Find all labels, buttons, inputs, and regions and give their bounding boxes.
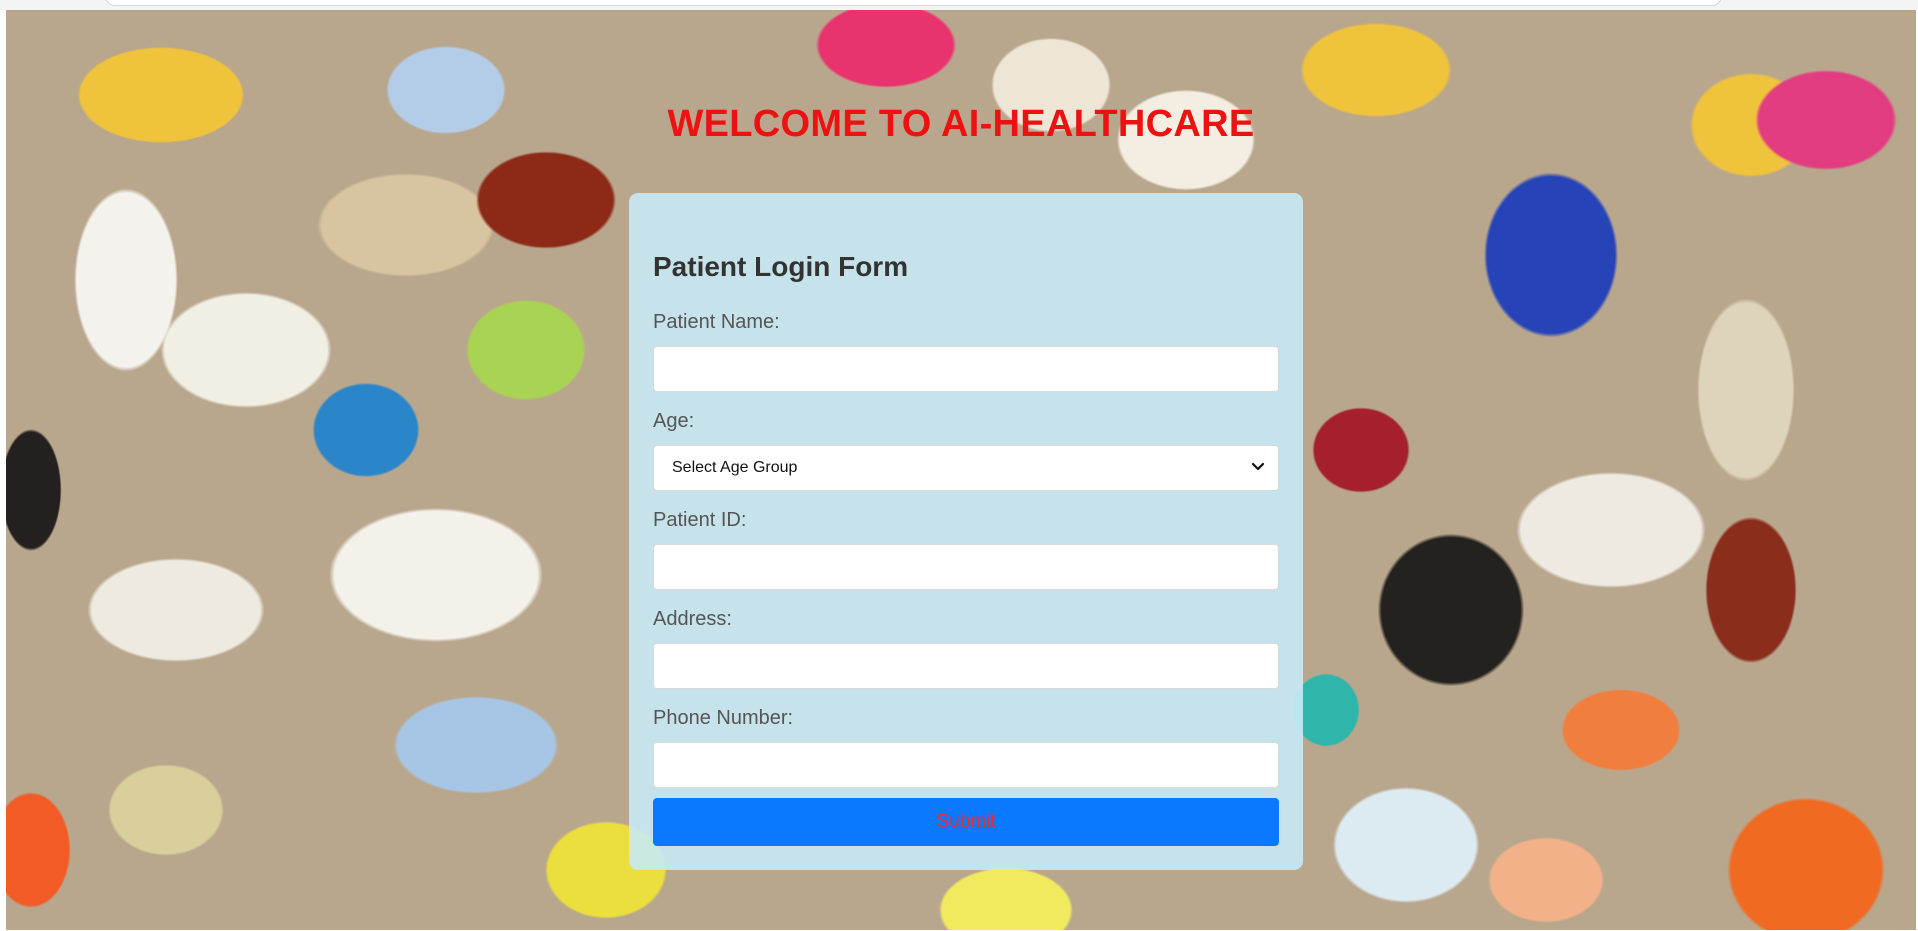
address-input[interactable]: [653, 643, 1279, 689]
age-select[interactable]: Select Age Group: [653, 445, 1279, 491]
patient-name-input[interactable]: [653, 346, 1279, 392]
page-heading: WELCOME TO AI-HEALTHCARE: [667, 103, 1255, 145]
address-bar-edge: [105, 0, 1722, 6]
chevron-down-icon: [1251, 462, 1265, 471]
patient-id-label: Patient ID:: [653, 509, 747, 531]
patient-id-input[interactable]: [653, 544, 1279, 590]
page-viewport: WELCOME TO AI-HEALTHCARE Patient Login F…: [6, 10, 1916, 930]
phone-number-label: Phone Number:: [653, 707, 794, 729]
address-label: Address:: [653, 608, 732, 630]
browser-top-edge: [0, 0, 1918, 10]
patient-name-label: Patient Name:: [653, 311, 780, 333]
phone-number-input[interactable]: [653, 742, 1279, 788]
submit-button[interactable]: Submit: [653, 798, 1279, 846]
age-select-value: Select Age Group: [672, 459, 798, 476]
patient-login-form: Patient Login Form Patient Name: Age: Se…: [629, 193, 1303, 870]
form-title: Patient Login Form: [653, 251, 909, 282]
age-label: Age:: [653, 410, 695, 432]
